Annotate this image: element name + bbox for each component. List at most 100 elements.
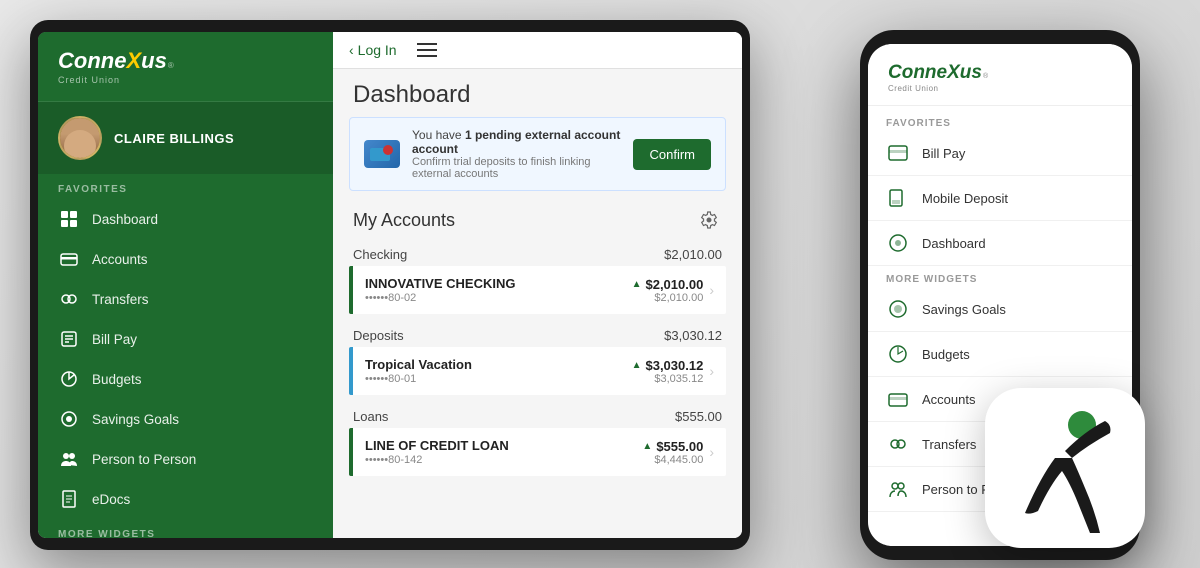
phone-nav-dashboard[interactable]: Dashboard bbox=[868, 221, 1132, 266]
sidebar-item-billpay[interactable]: Bill Pay bbox=[38, 319, 333, 359]
phone-logo: Conne X us ® Credit Union bbox=[888, 62, 1112, 93]
account-info: INNOVATIVE CHECKING ••••••80-02 bbox=[365, 276, 632, 304]
page-title: Dashboard bbox=[333, 69, 742, 117]
phone-mobile-deposit-icon bbox=[886, 186, 910, 210]
budgets-icon bbox=[58, 368, 80, 390]
phone-nav-billpay[interactable]: Bill Pay bbox=[868, 131, 1132, 176]
phone-nav-savings[interactable]: Savings Goals bbox=[868, 287, 1132, 332]
sidebar-item-savings[interactable]: Savings Goals bbox=[38, 399, 333, 439]
phone-logo-us: us bbox=[960, 62, 982, 84]
account-balance: $2,010.00 bbox=[645, 277, 703, 292]
sidebar-item-label-savings: Savings Goals bbox=[92, 412, 179, 427]
logo-text-connexus: Conne bbox=[58, 48, 126, 74]
account-group-name-loans: Loans bbox=[353, 409, 388, 424]
chevron-right-icon: › bbox=[709, 282, 714, 298]
sidebar-item-label-edocs: eDocs bbox=[92, 492, 130, 507]
phone-nav-budgets[interactable]: Budgets bbox=[868, 332, 1132, 377]
gear-button[interactable] bbox=[696, 207, 722, 233]
account-amounts: ▲ $555.00 $4,445.00 bbox=[642, 439, 703, 466]
account-info: LINE OF CREDIT LOAN ••••••80-142 bbox=[365, 438, 642, 466]
savings-icon bbox=[58, 408, 80, 430]
chevron-right-icon: › bbox=[709, 363, 714, 379]
sidebar-item-dashboard[interactable]: Dashboard bbox=[38, 199, 333, 239]
account-available: $3,035.12 bbox=[632, 373, 704, 385]
account-group-deposits: Deposits $3,030.12 Tropical Vacation •••… bbox=[349, 320, 726, 395]
sidebar-item-label-billpay: Bill Pay bbox=[92, 332, 137, 347]
sidebar-section-favorites: FAVORITES bbox=[38, 174, 333, 199]
account-group-loans: Loans $555.00 LINE OF CREDIT LOAN ••••••… bbox=[349, 401, 726, 476]
account-amounts: ▲ $2,010.00 $2,010.00 bbox=[632, 277, 704, 304]
accounts-section-title: My Accounts bbox=[353, 210, 455, 231]
sidebar-item-p2p[interactable]: Person to Person bbox=[38, 439, 333, 479]
sidebar: Conne X us ® Credit Union CLAIRE BILLING… bbox=[38, 32, 333, 538]
phone-logo-x-icon: X bbox=[947, 62, 960, 84]
account-number: ••••••80-02 bbox=[365, 292, 632, 304]
hamburger-line-2 bbox=[417, 49, 437, 51]
main-content: ‹ Log In Dashboard You bbox=[333, 32, 742, 538]
account-amounts: ▲ $3,030.12 $3,035.12 bbox=[632, 358, 704, 385]
logo-text-us: us bbox=[141, 48, 167, 74]
phone-section-more: MORE WIDGETS bbox=[868, 266, 1132, 287]
account-group-header-deposits: Deposits $3,030.12 bbox=[349, 320, 726, 347]
table-row[interactable]: Tropical Vacation ••••••80-01 ▲ $3,030.1… bbox=[349, 347, 726, 395]
account-available: $2,010.00 bbox=[632, 292, 704, 304]
username: CLAIRE BILLINGS bbox=[114, 131, 234, 146]
phone-budgets-icon bbox=[886, 342, 910, 366]
edocs-icon bbox=[58, 488, 80, 510]
avatar bbox=[58, 116, 102, 160]
account-group-header-loans: Loans $555.00 bbox=[349, 401, 726, 428]
phone-nav-mobiledeposit[interactable]: Mobile Deposit bbox=[868, 176, 1132, 221]
sidebar-item-label-transfers: Transfers bbox=[92, 292, 149, 307]
logo-registered: ® bbox=[168, 61, 174, 70]
account-group-checking: Checking $2,010.00 INNOVATIVE CHECKING •… bbox=[349, 239, 726, 314]
up-arrow-icon: ▲ bbox=[632, 360, 642, 371]
accounts-list: Checking $2,010.00 INNOVATIVE CHECKING •… bbox=[333, 239, 742, 538]
billpay-icon bbox=[58, 328, 80, 350]
up-arrow-icon: ▲ bbox=[642, 441, 652, 452]
hamburger-line-1 bbox=[417, 43, 437, 45]
sidebar-item-transfers[interactable]: Transfers bbox=[38, 279, 333, 319]
account-group-total-checking: $2,010.00 bbox=[664, 247, 722, 262]
account-group-total-loans: $555.00 bbox=[675, 409, 722, 424]
back-button[interactable]: ‹ Log In bbox=[349, 42, 397, 58]
sidebar-item-label-budgets: Budgets bbox=[92, 372, 142, 387]
app-icon-svg bbox=[1000, 403, 1130, 533]
account-balance: $555.00 bbox=[656, 439, 703, 454]
app-icon bbox=[985, 388, 1145, 548]
phone-nav-label-accounts: Accounts bbox=[922, 392, 975, 407]
hamburger-menu[interactable] bbox=[417, 43, 437, 57]
phone-section-favorites: FAVORITES bbox=[868, 110, 1132, 131]
dashboard-icon bbox=[58, 208, 80, 230]
accounts-icon bbox=[58, 248, 80, 270]
phone-nav-label-savings: Savings Goals bbox=[922, 302, 1006, 317]
notification-subtext: Confirm trial deposits to finish linking… bbox=[412, 156, 621, 180]
account-group-name-deposits: Deposits bbox=[353, 328, 404, 343]
sidebar-item-label-p2p: Person to Person bbox=[92, 452, 196, 467]
sidebar-section-more: MORE WIDGETS bbox=[38, 519, 333, 538]
table-row[interactable]: INNOVATIVE CHECKING ••••••80-02 ▲ $2,010… bbox=[349, 266, 726, 314]
phone-nav-label-transfers: Transfers bbox=[922, 437, 976, 452]
account-number: ••••••80-142 bbox=[365, 454, 642, 466]
confirm-button[interactable]: Confirm bbox=[633, 139, 711, 170]
table-row[interactable]: LINE OF CREDIT LOAN ••••••80-142 ▲ $555.… bbox=[349, 428, 726, 476]
phone-savings-icon bbox=[886, 297, 910, 321]
chevron-left-icon: ‹ bbox=[349, 42, 354, 58]
account-group-header-checking: Checking $2,010.00 bbox=[349, 239, 726, 266]
account-balance: $3,030.12 bbox=[645, 358, 703, 373]
sidebar-item-edocs[interactable]: eDocs bbox=[38, 479, 333, 519]
notification-bar: You have 1 pending external account acco… bbox=[349, 117, 726, 191]
sidebar-item-budgets[interactable]: Budgets bbox=[38, 359, 333, 399]
sidebar-item-accounts[interactable]: Accounts bbox=[38, 239, 333, 279]
account-available: $4,445.00 bbox=[642, 454, 703, 466]
notification-bold: 1 pending external account account bbox=[412, 128, 620, 156]
app-icon-inner bbox=[1000, 403, 1130, 533]
phone-nav-label-dashboard: Dashboard bbox=[922, 236, 986, 251]
account-name: INNOVATIVE CHECKING bbox=[365, 276, 632, 291]
account-info: Tropical Vacation ••••••80-01 bbox=[365, 357, 632, 385]
phone-nav-label-billpay: Bill Pay bbox=[922, 146, 965, 161]
sidebar-logo: Conne X us ® Credit Union bbox=[38, 32, 333, 102]
phone-logo-conne: Conne bbox=[888, 62, 947, 84]
transfers-icon bbox=[58, 288, 80, 310]
phone-dashboard-icon bbox=[886, 231, 910, 255]
top-bar: ‹ Log In bbox=[333, 32, 742, 69]
